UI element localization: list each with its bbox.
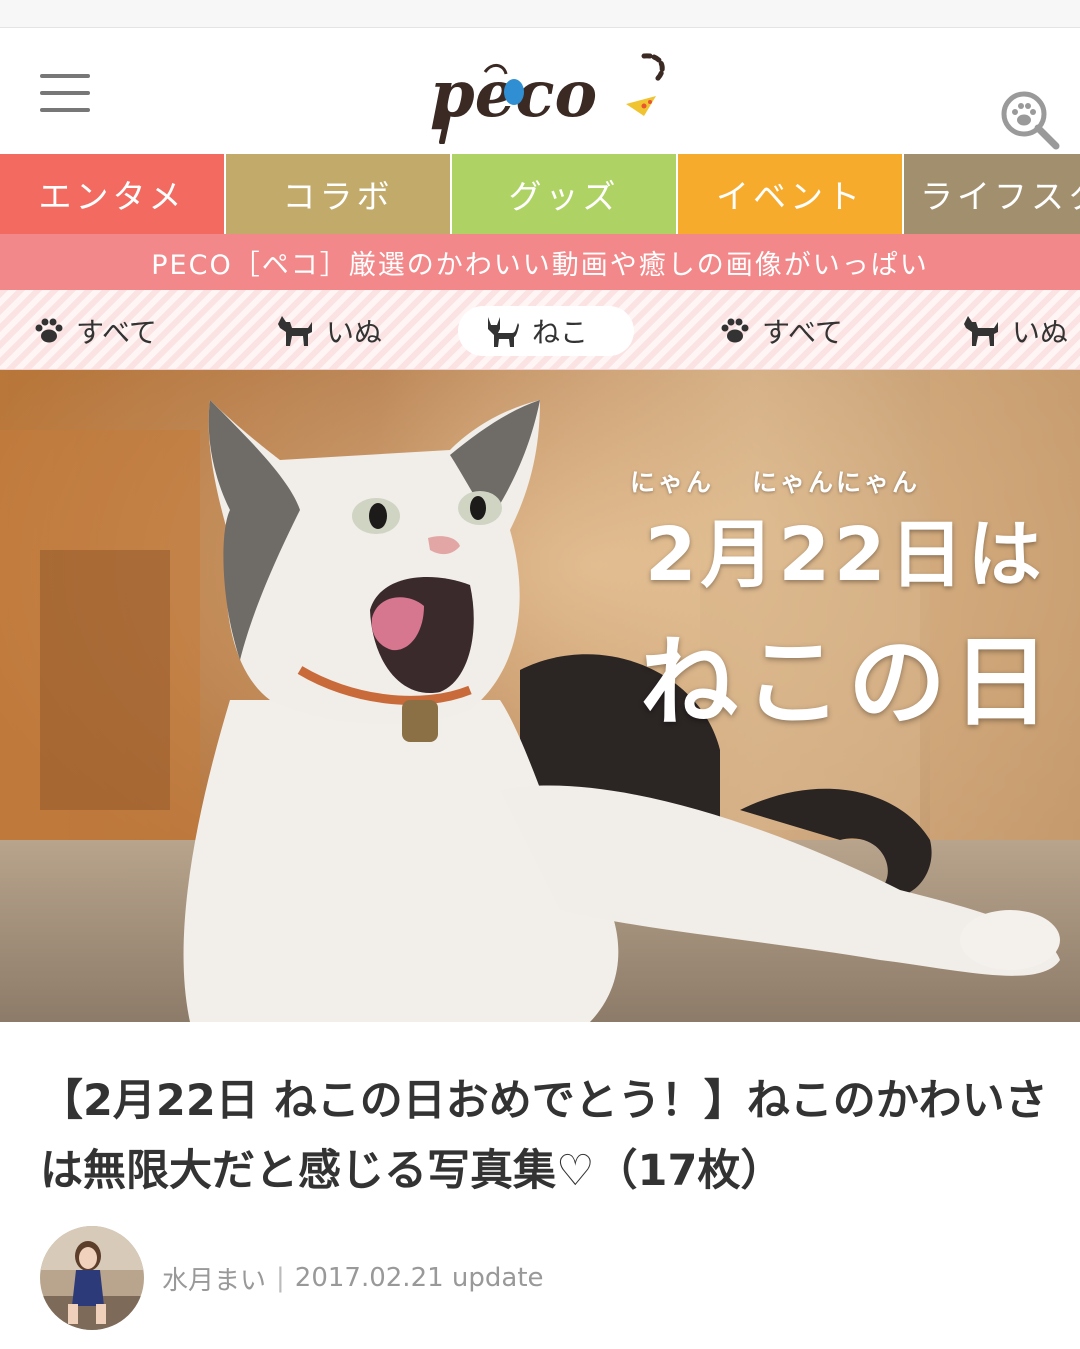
filter-all[interactable]: すべて xyxy=(10,306,181,356)
peco-logo[interactable]: peco xyxy=(430,44,670,144)
cat-icon xyxy=(488,317,519,347)
filter-label: すべて xyxy=(76,316,157,349)
hamburger-menu-icon[interactable] xyxy=(40,74,90,112)
hero-date-text: 2月22日は xyxy=(645,512,1046,598)
filter-label: ねこ xyxy=(532,316,589,349)
browser-top-strip xyxy=(0,0,1080,28)
filter-dog-2[interactable]: いぬ xyxy=(936,306,1080,356)
animal-filter-nav: すべて いぬ ねこ すべて いぬ xyxy=(0,290,1080,370)
article-title[interactable]: 【2月22日 ねこの日おめでとう！】ねこのかわいさは無限大だと感じる写真集♡（1… xyxy=(40,1066,1050,1206)
category-tab-event[interactable]: イベント xyxy=(678,154,902,234)
meta-separator: | xyxy=(276,1263,285,1293)
paw-search-icon[interactable] xyxy=(1000,90,1060,150)
category-nav: エンタメ コラボ グッズ イベント ライフスタ xyxy=(0,154,1080,234)
category-tab-entame[interactable]: エンタメ xyxy=(0,154,224,234)
dog-icon xyxy=(278,316,312,346)
filter-all-2[interactable]: すべて xyxy=(696,306,867,356)
author-name[interactable]: 水月まい xyxy=(162,1260,266,1297)
hero-ruby-left: にゃん xyxy=(630,468,715,497)
paw-icon xyxy=(35,318,63,343)
hero-day-text: ねこの日 xyxy=(640,626,1057,740)
updated-date: 2017.02.21 update xyxy=(294,1263,544,1293)
filter-label: すべて xyxy=(762,316,843,349)
category-tab-goods[interactable]: グッズ xyxy=(452,154,676,234)
dog-icon xyxy=(964,316,998,346)
category-tab-lifestyle[interactable]: ライフスタ xyxy=(904,154,1080,234)
author-meta: 水月まい | 2017.02.21 update xyxy=(40,1226,544,1330)
category-tab-collab[interactable]: コラボ xyxy=(226,154,450,234)
hero-ruby-right: にゃんにゃん xyxy=(752,468,921,497)
filter-cat[interactable]: ねこ xyxy=(458,306,634,356)
hero-image[interactable]: にゃん にゃんにゃん 2月22日は ねこの日 xyxy=(0,370,1080,1022)
filter-label: いぬ xyxy=(326,316,383,349)
paw-icon xyxy=(721,318,749,343)
site-header: peco xyxy=(0,28,1080,154)
author-photo xyxy=(40,1226,144,1330)
filter-label: いぬ xyxy=(1012,316,1069,349)
avatar[interactable] xyxy=(40,1226,144,1330)
filter-dog[interactable]: いぬ xyxy=(250,306,406,356)
site-tagline: PECO［ペコ］厳選のかわいい動画や癒しの画像がいっぱい xyxy=(0,234,1080,290)
